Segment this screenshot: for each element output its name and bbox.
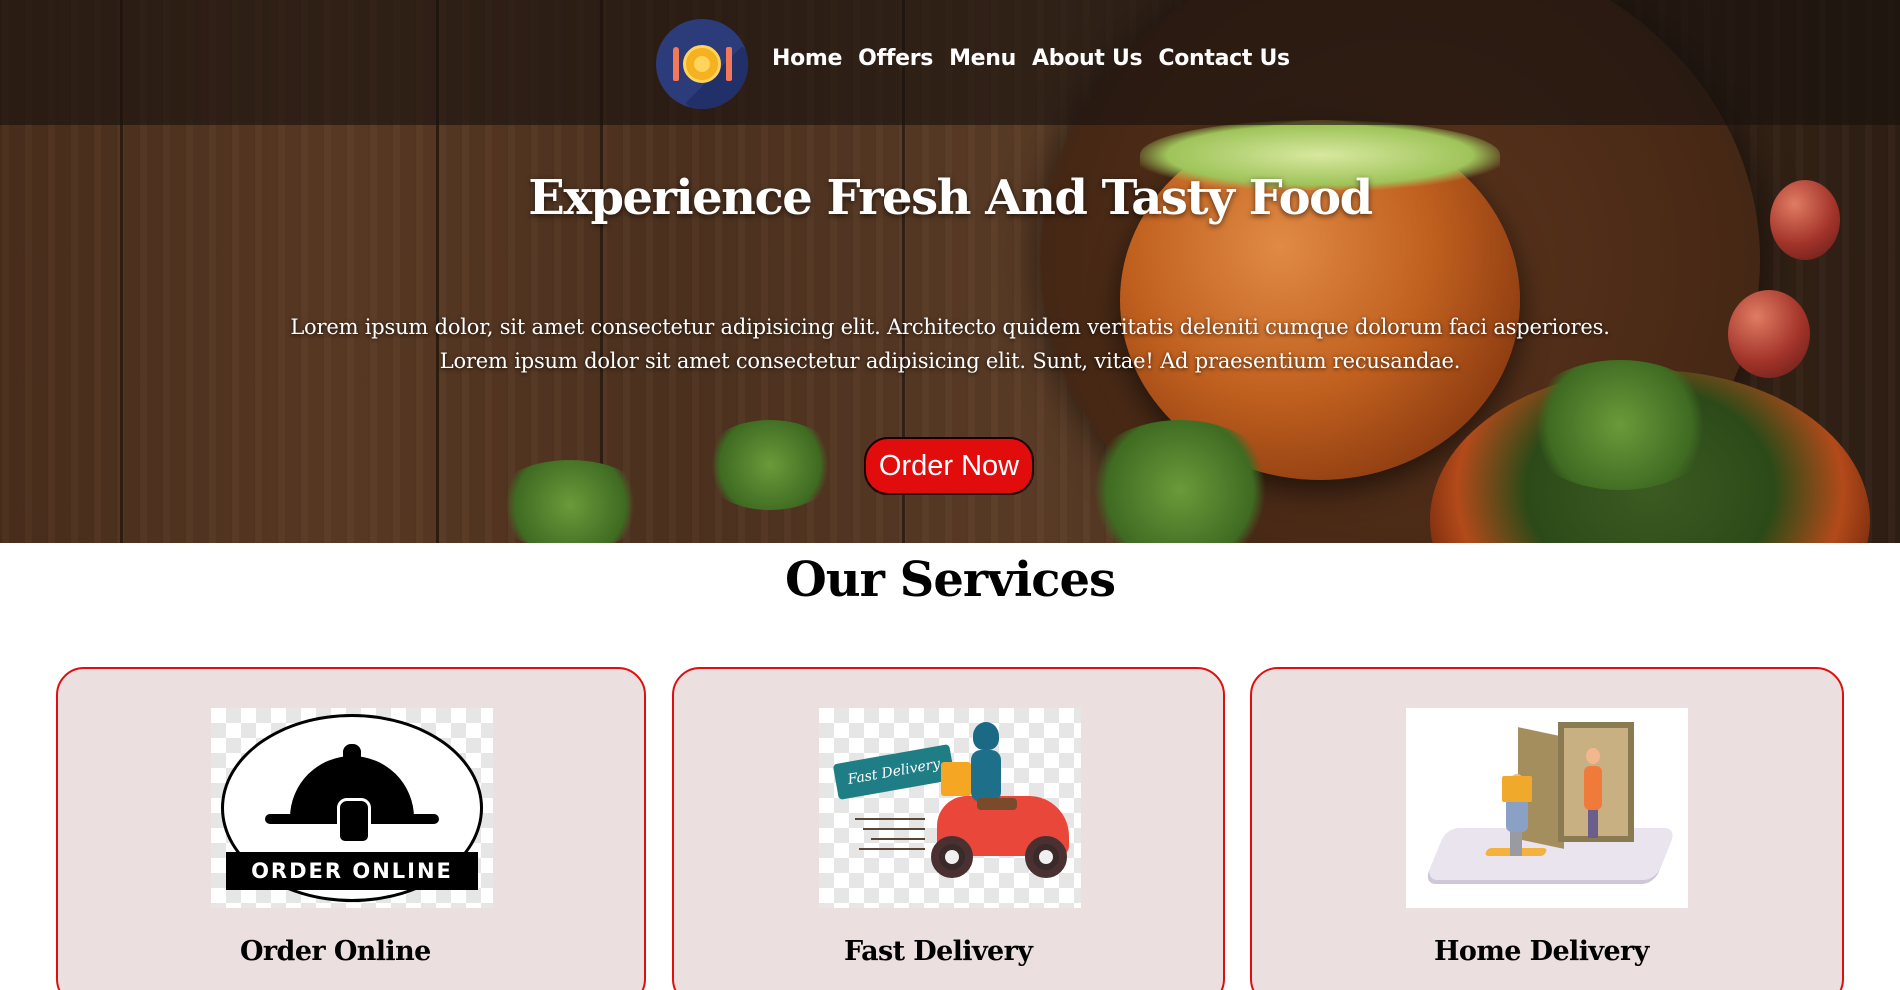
plate-fork-spoon-logo-icon[interactable] — [656, 19, 748, 109]
service-card-fast-delivery[interactable]: Fast Delivery Fast Delivery — [672, 667, 1225, 990]
service-card-title: Order Online — [240, 936, 431, 967]
nav-link-contact-us[interactable]: Contact Us — [1158, 46, 1290, 71]
fast-delivery-ribbon-text: Fast Delivery — [832, 744, 956, 800]
service-card-title: Fast Delivery — [844, 936, 1033, 967]
onion-image — [1728, 290, 1810, 378]
herb-image — [700, 420, 840, 510]
hero-title: Experience Fresh And Tasty Food — [528, 170, 1373, 226]
nav-link-offers[interactable]: Offers — [858, 46, 933, 71]
nav-link-menu[interactable]: Menu — [949, 46, 1016, 71]
herb-image — [1520, 360, 1720, 490]
service-card-home-delivery[interactable]: Home Delivery — [1250, 667, 1844, 990]
delivery-scooter-icon: Fast Delivery — [819, 708, 1081, 908]
herb-image — [490, 460, 650, 543]
services-title: Our Services — [784, 552, 1116, 608]
nav-link-about-us[interactable]: About Us — [1032, 46, 1143, 71]
main-nav: Home Offers Menu About Us Contact Us — [772, 46, 1290, 71]
hero-section: Home Offers Menu About Us Contact Us Exp… — [0, 0, 1900, 543]
hero-description: Lorem ipsum dolor, sit amet consectetur … — [200, 310, 1700, 378]
hero-description-line-1: Lorem ipsum dolor, sit amet consectetur … — [290, 315, 1610, 339]
service-card-order-online[interactable]: ORDER ONLINE Order Online — [56, 667, 646, 990]
nav-link-home[interactable]: Home — [772, 46, 842, 71]
hero-description-line-2: Lorem ipsum dolor sit amet consectetur a… — [439, 349, 1461, 373]
order-now-button[interactable]: Order Now — [864, 437, 1034, 495]
order-online-cloche-icon: ORDER ONLINE — [211, 708, 493, 908]
top-navbar: Home Offers Menu About Us Contact Us — [0, 0, 1900, 125]
service-card-title: Home Delivery — [1434, 936, 1649, 967]
home-delivery-phone-icon — [1406, 708, 1688, 908]
order-online-banner-text: ORDER ONLINE — [226, 852, 478, 890]
